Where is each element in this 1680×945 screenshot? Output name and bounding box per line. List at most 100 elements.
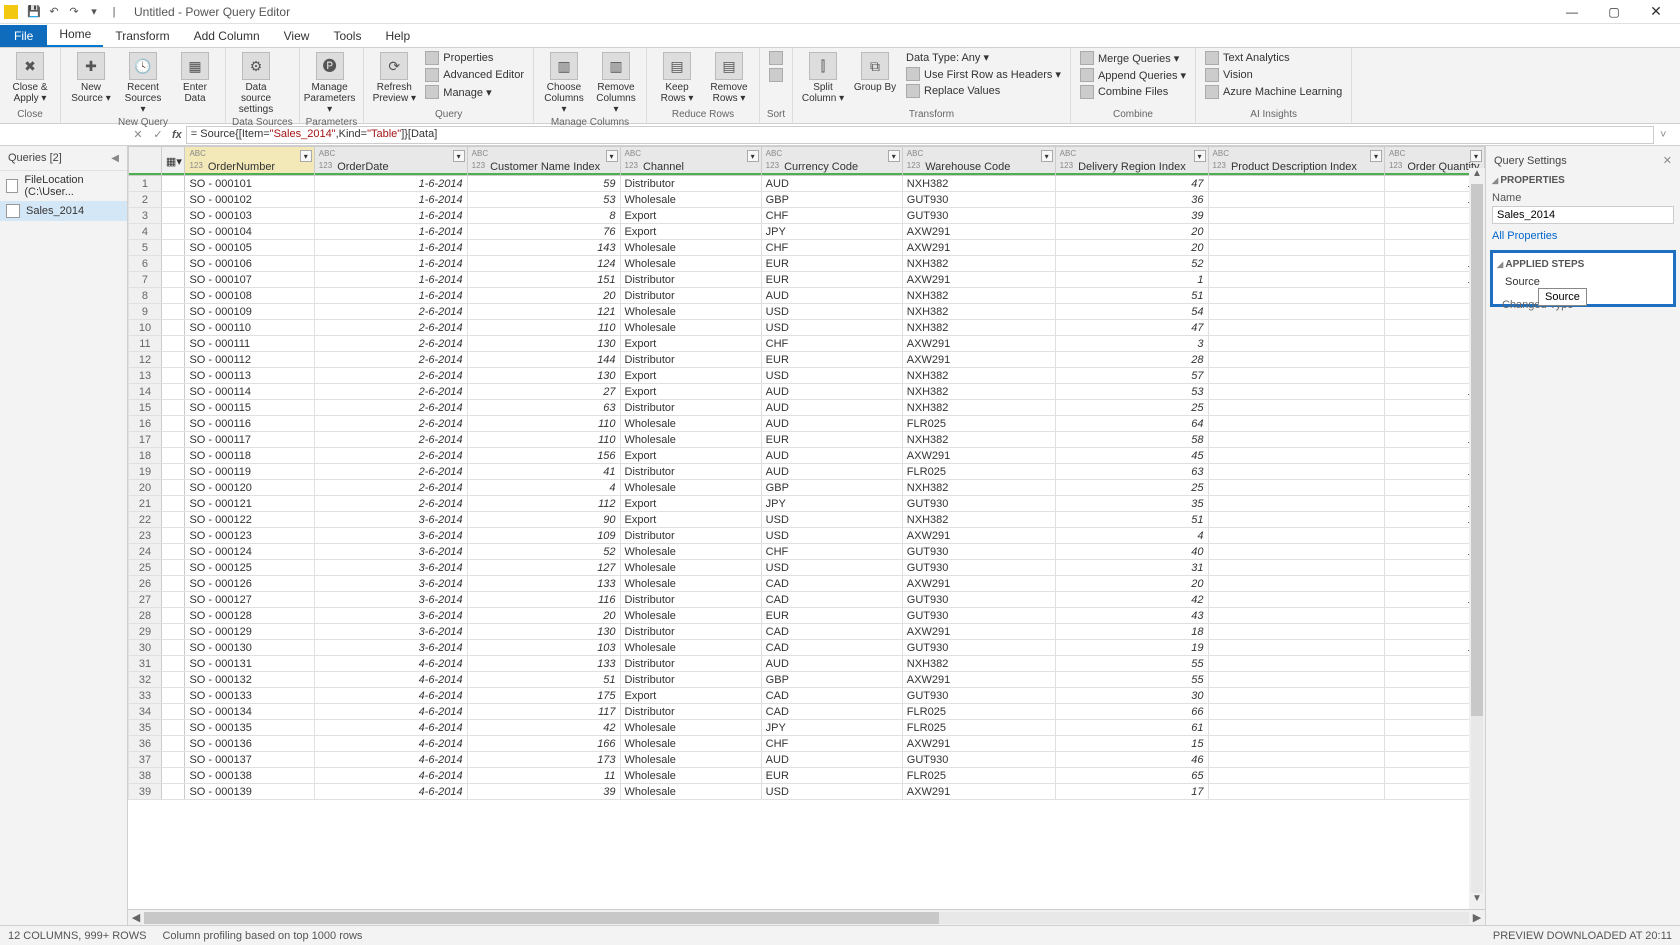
table-row[interactable]: 8SO - 0001081-6-201420DistributorAUDNXH3… <box>129 288 1485 304</box>
cell[interactable]: 124 <box>467 256 620 272</box>
cell[interactable] <box>1208 672 1384 688</box>
cell[interactable]: 4 <box>1055 528 1208 544</box>
cell[interactable]: 55 <box>1055 672 1208 688</box>
table-row[interactable]: 15SO - 0001152-6-201463DistributorAUDNXH… <box>129 400 1485 416</box>
cell[interactable]: 20 <box>1055 240 1208 256</box>
cell[interactable]: 166 <box>467 736 620 752</box>
cell[interactable]: 2-6-2014 <box>314 432 467 448</box>
cell[interactable]: Distributor <box>620 672 761 688</box>
cell[interactable]: Wholesale <box>620 736 761 752</box>
cell[interactable]: JPY <box>761 496 902 512</box>
cell[interactable]: SO - 000115 <box>185 400 314 416</box>
cell[interactable]: AUD <box>761 656 902 672</box>
table-row[interactable]: 25SO - 0001253-6-2014127WholesaleUSDGUT9… <box>129 560 1485 576</box>
cell[interactable]: 47 <box>1055 176 1208 192</box>
cell[interactable]: 175 <box>467 688 620 704</box>
choose-columns-button[interactable]: ▥Choose Columns ▾ <box>540 50 588 117</box>
cell[interactable]: 41 <box>467 464 620 480</box>
tab-home[interactable]: Home <box>47 23 103 47</box>
cell[interactable]: AXW291 <box>902 272 1055 288</box>
cell[interactable]: 1-6-2014 <box>314 224 467 240</box>
row-number[interactable]: 26 <box>129 576 162 592</box>
cell[interactable]: SO - 000117 <box>185 432 314 448</box>
cell[interactable]: GUT930 <box>902 608 1055 624</box>
column-filter-dropdown[interactable]: ▾ <box>1041 150 1053 162</box>
cell[interactable]: SO - 000116 <box>185 416 314 432</box>
cell[interactable]: Distributor <box>620 592 761 608</box>
cell[interactable]: 4-6-2014 <box>314 752 467 768</box>
advanced-editor-button[interactable]: Advanced Editor <box>422 67 527 83</box>
tab-transform[interactable]: Transform <box>103 25 181 47</box>
cell[interactable]: SO - 000128 <box>185 608 314 624</box>
sort-asc-button[interactable] <box>766 50 786 66</box>
cell[interactable]: GUT930 <box>902 592 1055 608</box>
row-number[interactable]: 8 <box>129 288 162 304</box>
cell[interactable]: 76 <box>467 224 620 240</box>
cell[interactable]: Wholesale <box>620 608 761 624</box>
cell[interactable]: 51 <box>1055 288 1208 304</box>
row-number[interactable]: 31 <box>129 656 162 672</box>
cell[interactable]: 3-6-2014 <box>314 624 467 640</box>
row-number[interactable]: 35 <box>129 720 162 736</box>
cell[interactable]: CHF <box>761 736 902 752</box>
cell[interactable]: 3-6-2014 <box>314 528 467 544</box>
row-number[interactable]: 36 <box>129 736 162 752</box>
cell[interactable] <box>1208 368 1384 384</box>
cell[interactable] <box>1208 576 1384 592</box>
cell[interactable]: Wholesale <box>620 240 761 256</box>
table-row[interactable]: 11SO - 0001112-6-2014130ExportCHFAXW2913… <box>129 336 1485 352</box>
cell[interactable]: USD <box>761 368 902 384</box>
cell[interactable]: 40 <box>1055 544 1208 560</box>
undo-icon[interactable]: ↶ <box>46 4 62 20</box>
table-row[interactable]: 31SO - 0001314-6-2014133DistributorAUDNX… <box>129 656 1485 672</box>
cell[interactable]: 18 <box>1055 624 1208 640</box>
table-row[interactable]: 13SO - 0001132-6-2014130ExportUSDNXH3825… <box>129 368 1485 384</box>
cell[interactable] <box>1208 384 1384 400</box>
cell[interactable]: SO - 000132 <box>185 672 314 688</box>
cell[interactable]: EUR <box>761 432 902 448</box>
row-number[interactable]: 28 <box>129 608 162 624</box>
cell[interactable] <box>1208 480 1384 496</box>
cell[interactable]: SO - 000103 <box>185 208 314 224</box>
cell[interactable]: GBP <box>761 672 902 688</box>
column-header-customer-name-index[interactable]: ABC123 Customer Name Index▾ <box>467 147 620 176</box>
cell[interactable]: NXH382 <box>902 256 1055 272</box>
cell[interactable]: GUT930 <box>902 752 1055 768</box>
cell[interactable] <box>1208 432 1384 448</box>
cell[interactable]: 65 <box>1055 768 1208 784</box>
cell[interactable]: Wholesale <box>620 544 761 560</box>
table-row[interactable]: 21SO - 0001212-6-2014112ExportJPYGUT9303… <box>129 496 1485 512</box>
cell[interactable]: 90 <box>467 512 620 528</box>
cell[interactable]: USD <box>761 320 902 336</box>
cell[interactable]: 20 <box>1055 576 1208 592</box>
cell[interactable] <box>1208 544 1384 560</box>
cell[interactable]: AUD <box>761 400 902 416</box>
row-number[interactable]: 5 <box>129 240 162 256</box>
cell[interactable]: 30 <box>1055 688 1208 704</box>
cell[interactable]: SO - 000137 <box>185 752 314 768</box>
cell[interactable]: 52 <box>1055 256 1208 272</box>
cell[interactable]: 64 <box>1055 416 1208 432</box>
table-corner[interactable]: ▦▾ <box>161 147 185 176</box>
cell[interactable]: AXW291 <box>902 448 1055 464</box>
column-header-channel[interactable]: ABC123 Channel▾ <box>620 147 761 176</box>
cell[interactable] <box>1208 528 1384 544</box>
cell[interactable] <box>1208 208 1384 224</box>
row-number[interactable]: 15 <box>129 400 162 416</box>
row-number[interactable]: 1 <box>129 176 162 192</box>
row-number[interactable]: 20 <box>129 480 162 496</box>
cell[interactable] <box>1208 784 1384 800</box>
row-number[interactable]: 13 <box>129 368 162 384</box>
cell[interactable]: 61 <box>1055 720 1208 736</box>
cell[interactable]: GBP <box>761 480 902 496</box>
row-number[interactable]: 18 <box>129 448 162 464</box>
cell[interactable]: Wholesale <box>620 752 761 768</box>
cell[interactable]: 45 <box>1055 448 1208 464</box>
cell[interactable]: SO - 000109 <box>185 304 314 320</box>
cell[interactable]: 173 <box>467 752 620 768</box>
cell[interactable] <box>1208 752 1384 768</box>
cell[interactable]: 8 <box>467 208 620 224</box>
cell[interactable]: AUD <box>761 288 902 304</box>
cell[interactable]: Export <box>620 384 761 400</box>
cell[interactable]: CAD <box>761 576 902 592</box>
